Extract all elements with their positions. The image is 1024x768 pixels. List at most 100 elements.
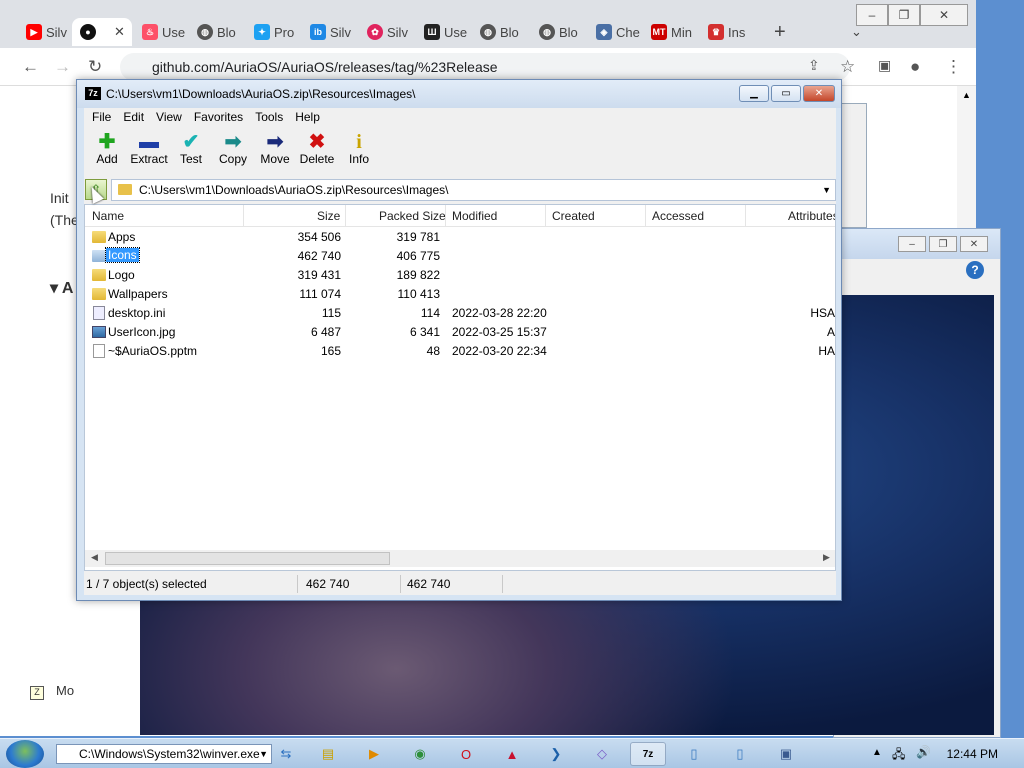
close-button[interactable]: ✕ xyxy=(960,236,988,252)
menu-tools[interactable]: Tools xyxy=(249,108,289,128)
clock[interactable]: 12:44 PM xyxy=(947,747,998,761)
copy-icon: ➡ xyxy=(224,131,242,153)
tab-5[interactable]: ✦ Pro xyxy=(246,18,294,46)
menu-favorites[interactable]: Favorites xyxy=(188,108,249,128)
horizontal-scrollbar[interactable]: ◀ ▶ xyxy=(85,550,835,567)
close-button[interactable]: ✕ xyxy=(920,4,968,26)
menu-edit[interactable]: Edit xyxy=(117,108,150,128)
assets-heading[interactable]: ▾ A xyxy=(50,278,79,298)
ins-icon: ♛ xyxy=(708,24,724,40)
window-icon[interactable]: ▣ xyxy=(768,742,804,766)
table-row[interactable]: desktop.ini 115 114 2022-03-28 22:20 HSA xyxy=(85,304,835,323)
path-combobox[interactable]: C:\Users\vm1\Downloads\AuriaOS.zip\Resou… xyxy=(111,179,836,201)
minimize-button[interactable]: ▁ xyxy=(739,85,769,102)
network-icon[interactable]: 🖧 xyxy=(892,745,905,766)
scroll-up-icon[interactable]: ▲ xyxy=(957,86,976,100)
table-row-selected[interactable]: Icons 462 740 406 775 xyxy=(85,247,835,266)
start-button[interactable] xyxy=(6,740,44,768)
tab-6[interactable]: ib Silv xyxy=(302,18,351,46)
copy-button[interactable]: ➡ Copy xyxy=(212,128,254,178)
forward-icon[interactable]: → xyxy=(54,57,71,77)
7zip-icon[interactable]: 7z xyxy=(630,742,666,766)
maximize-button[interactable]: ▭ xyxy=(771,85,801,102)
status-selection: 1 / 7 object(s) selected xyxy=(86,577,207,591)
extract-button[interactable]: ▬ Extract xyxy=(128,128,170,178)
powershell-icon[interactable]: ❯ xyxy=(538,742,574,766)
delete-button[interactable]: ✖ Delete xyxy=(296,128,338,178)
notepad-icon[interactable]: ▯ xyxy=(676,742,712,766)
profile-icon[interactable]: ● xyxy=(910,57,920,77)
menu-file[interactable]: File xyxy=(86,108,117,128)
back-icon[interactable]: ← xyxy=(22,57,39,77)
tab-12[interactable]: MT Min xyxy=(643,18,692,46)
folder-icon xyxy=(92,250,106,262)
col-attributes[interactable]: Attributes xyxy=(788,209,835,223)
menu-icon[interactable]: ⋮ xyxy=(945,57,962,77)
media-player-icon[interactable]: ▶ xyxy=(356,742,392,766)
info-button[interactable]: i Info xyxy=(338,128,380,178)
table-row[interactable]: Logo 319 431 189 822 xyxy=(85,266,835,285)
taskbar: C:\Windows\System32\winver.exe ▼ ⇆ ▤ ▶ ◉… xyxy=(0,738,1024,768)
col-name[interactable]: Name xyxy=(92,209,124,223)
minimize-button[interactable]: – xyxy=(856,4,888,26)
tab-9[interactable]: ◍ Blo xyxy=(472,18,519,46)
url-field[interactable]: github.com/AuriaOS/AuriaOS/releases/tag/… xyxy=(120,53,850,81)
col-packed-size[interactable]: Packed Size xyxy=(379,209,446,223)
test-button[interactable]: ✔ Test xyxy=(170,128,212,178)
dropdown-arrow-icon[interactable]: ▼ xyxy=(822,180,831,200)
chrome-icon[interactable]: ◉ xyxy=(402,742,438,766)
acrobat-icon[interactable]: ▲ xyxy=(494,742,530,766)
add-button[interactable]: ✚ Add xyxy=(86,128,128,178)
tab-8[interactable]: Ш Use xyxy=(416,18,467,46)
tab-3[interactable]: ♨ Use xyxy=(134,18,185,46)
close-tab-icon[interactable]: ✕ xyxy=(114,24,125,40)
close-button[interactable]: ✕ xyxy=(803,85,835,102)
col-accessed[interactable]: Accessed xyxy=(652,209,704,223)
tab-11[interactable]: ◈ Che xyxy=(588,18,640,46)
tab-13[interactable]: ♛ Ins xyxy=(700,18,745,46)
table-row[interactable]: Wallpapers 111 074 110 413 xyxy=(85,285,835,304)
vs-icon[interactable]: ◇ xyxy=(584,742,620,766)
table-row[interactable]: UserIcon.jpg 6 487 6 341 2022-03-25 15:3… xyxy=(85,323,835,342)
help-icon[interactable]: ? xyxy=(966,261,984,279)
status-bar: 1 / 7 object(s) selected 462 740 462 740 xyxy=(84,573,836,595)
tab-youtube[interactable]: ▶ Silv xyxy=(18,18,67,46)
tab-7[interactable]: ✿ Silv xyxy=(359,18,408,46)
move-button[interactable]: ➡ Move xyxy=(254,128,296,178)
reload-icon[interactable]: ↻ xyxy=(88,57,102,77)
scroll-left-icon[interactable]: ◀ xyxy=(91,552,98,563)
col-created[interactable]: Created xyxy=(552,209,595,223)
volume-icon[interactable]: 🔊 xyxy=(916,745,931,759)
dropdown-arrow-icon[interactable]: ▼ xyxy=(259,745,268,763)
opera-icon[interactable]: O xyxy=(448,742,484,766)
tinder-icon: ♨ xyxy=(142,24,158,40)
col-modified[interactable]: Modified xyxy=(452,209,497,223)
maximize-button[interactable]: ❐ xyxy=(929,236,957,252)
sevenzip-window-controls: ▁ ▭ ✕ xyxy=(739,85,835,102)
explorer-icon[interactable]: ▤ xyxy=(310,742,346,766)
maximize-button[interactable]: ❐ xyxy=(888,4,920,26)
table-row[interactable]: ~$AuriaOS.pptm 165 48 2022-03-20 22:34 H… xyxy=(85,342,835,361)
globe-icon: ◍ xyxy=(480,24,496,40)
bookmark-star-icon[interactable]: ☆ xyxy=(840,57,855,77)
run-address-field[interactable]: C:\Windows\System32\winver.exe ▼ xyxy=(56,744,272,764)
side-panel-icon[interactable]: ▣ xyxy=(878,57,891,74)
share-icon[interactable]: ⇪ xyxy=(808,57,820,74)
scroll-thumb[interactable] xyxy=(105,552,390,565)
file-list[interactable]: Name Size Packed Size Modified Created A… xyxy=(84,204,836,571)
minimize-button[interactable]: – xyxy=(898,236,926,252)
go-arrows-icon[interactable]: ⇆ xyxy=(274,742,298,766)
tab-github[interactable]: ● ✕ xyxy=(72,18,132,46)
scroll-right-icon[interactable]: ▶ xyxy=(823,552,830,563)
new-tab-button[interactable]: + xyxy=(766,18,786,46)
extract-icon: ▬ xyxy=(139,131,159,153)
document-icon[interactable]: ▯ xyxy=(722,742,758,766)
tab-10[interactable]: ◍ Blo xyxy=(531,18,578,46)
tab-4[interactable]: ◍ Blo xyxy=(189,18,236,46)
menu-view[interactable]: View xyxy=(150,108,188,128)
tray-expand-icon[interactable]: ▲ xyxy=(872,747,882,758)
col-size[interactable]: Size xyxy=(317,209,340,223)
page-footer: Z Mo xyxy=(30,683,74,700)
table-row[interactable]: Apps 354 506 319 781 xyxy=(85,228,835,247)
menu-help[interactable]: Help xyxy=(289,108,326,128)
